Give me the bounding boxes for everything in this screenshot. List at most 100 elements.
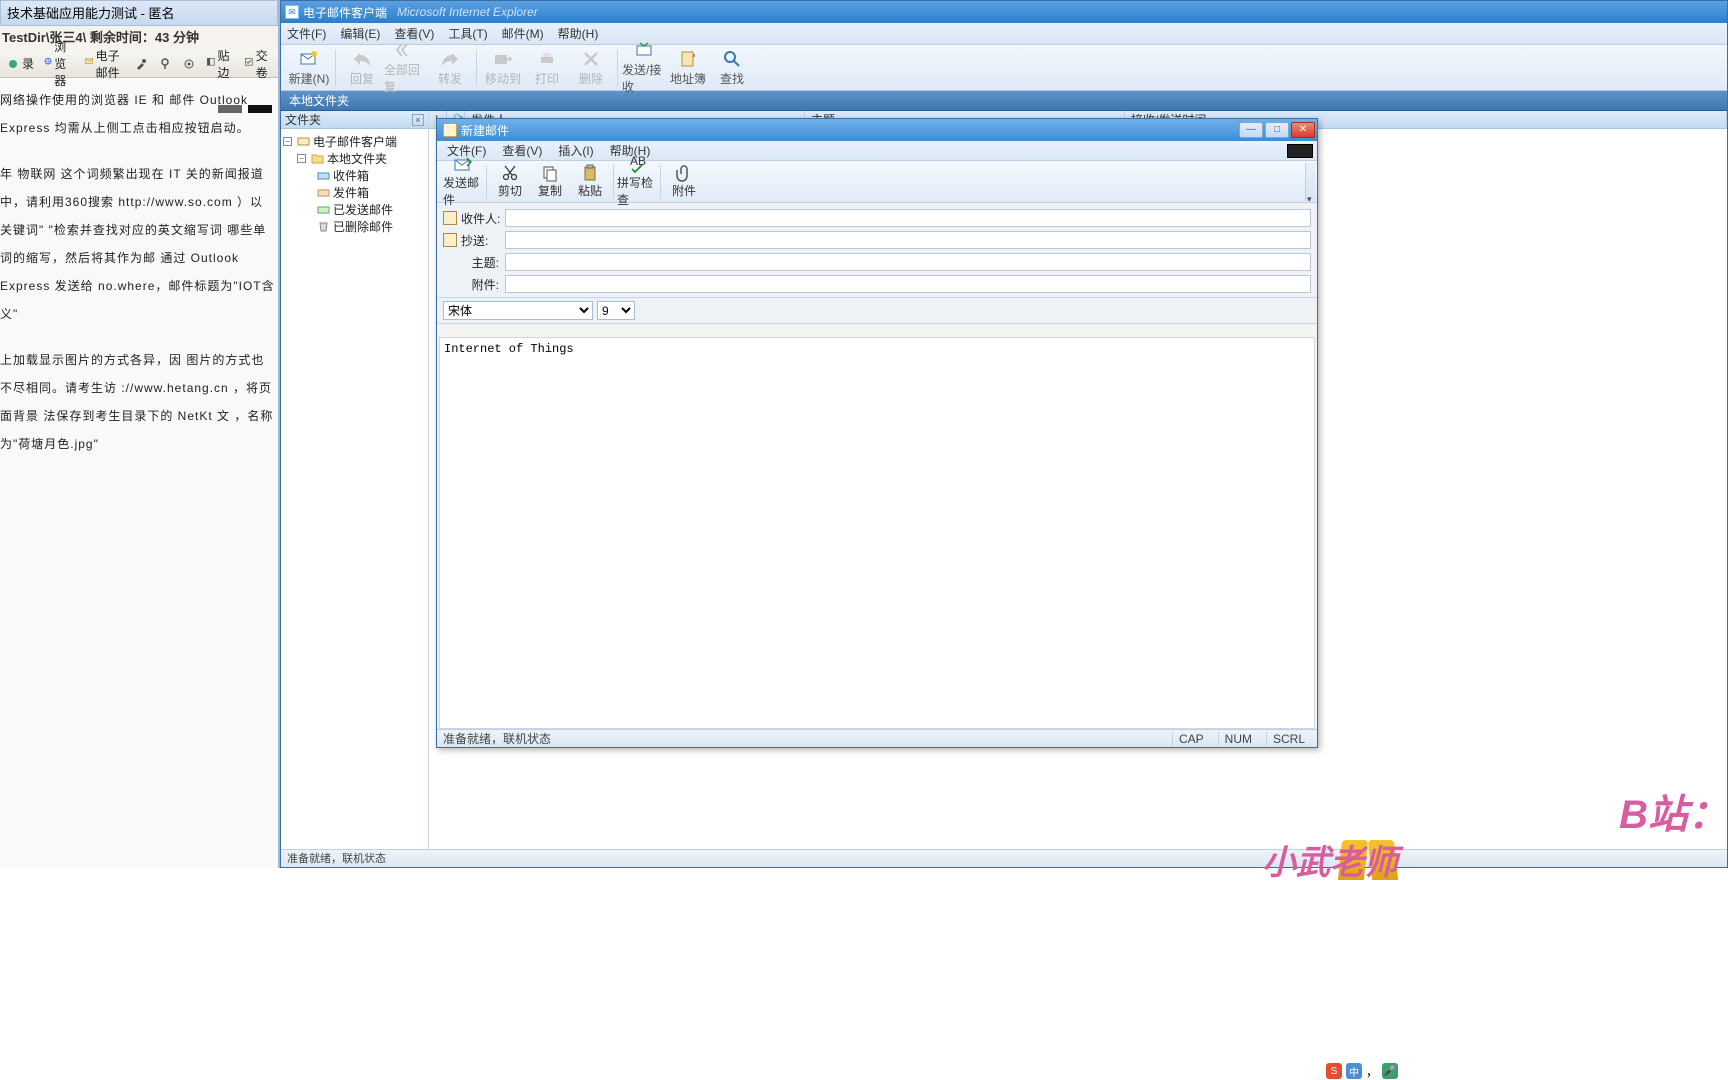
toolbar-separator [335, 50, 336, 86]
mail-menubar: 文件(F) 编辑(E) 查看(V) 工具(T) 邮件(M) 帮助(H) [281, 23, 1727, 45]
watermark-name: 小武老师 [1262, 835, 1398, 884]
forward-button[interactable]: 转发 [428, 47, 472, 89]
close-folder-pane-button[interactable]: × [412, 114, 424, 126]
submit-icon [244, 57, 254, 71]
exam-paragraph: 网络操作使用的浏览器 IE 和 邮件 Outlook Express 均需从上侧… [0, 86, 276, 142]
menu-help[interactable]: 帮助(H) [558, 25, 599, 42]
find-button[interactable]: 查找 [710, 47, 754, 89]
collapse-icon[interactable]: − [283, 137, 292, 146]
send-receive-button[interactable]: 发送/接收 [622, 47, 666, 89]
ime-bar: S 中 ， 🎤 [1326, 1062, 1398, 1080]
new-mail-button[interactable]: 新建(N) [287, 47, 331, 89]
reply-button[interactable]: 回复 [340, 47, 384, 89]
exam-title: 技术基础应用能力测试 - 匿名 [0, 0, 278, 26]
outbox-icon [317, 186, 330, 199]
tree-inbox[interactable]: 收件箱 [283, 167, 426, 184]
move-to-button[interactable]: 移动到 [481, 47, 525, 89]
mail-button[interactable]: 电子邮件 [81, 45, 128, 83]
spellcheck-button[interactable]: ABC拼写检查 [617, 163, 657, 201]
tree-deleted[interactable]: 已删除邮件 [283, 218, 426, 235]
font-size-select[interactable]: 9 [597, 301, 635, 320]
find-icon [722, 49, 742, 69]
trash-icon [317, 220, 330, 233]
compose-menu-insert[interactable]: 插入(I) [558, 142, 593, 159]
back-button[interactable] [154, 55, 176, 73]
target-icon [182, 57, 196, 71]
ime-lang-badge[interactable]: 中 [1346, 1063, 1362, 1079]
menu-file[interactable]: 文件(F) [287, 25, 326, 42]
client-icon [297, 135, 310, 148]
toolbar-separator [486, 165, 487, 199]
tree-local-folders[interactable]: −本地文件夹 [283, 150, 426, 167]
compose-header-fields: 收件人: 抄送: 主题: 附件: [437, 203, 1317, 298]
spellcheck-icon: ABC [628, 156, 646, 174]
mail-toolbar: 新建(N) 回复 全部回复 转发 移动到 打印 删除 发送/接收 地址簿 查找 [281, 45, 1727, 91]
subject-label: 主题: [461, 254, 501, 271]
toolbar-overflow-button[interactable] [1305, 163, 1315, 201]
ime-sogou-icon[interactable]: S [1326, 1063, 1342, 1079]
sent-icon [317, 203, 330, 216]
to-input[interactable] [505, 209, 1311, 227]
delete-icon [581, 49, 601, 69]
move-icon [493, 49, 513, 69]
tree-outbox[interactable]: 发件箱 [283, 184, 426, 201]
paste-button[interactable]: 粘贴 [570, 163, 610, 201]
drag-handle[interactable] [218, 105, 272, 113]
mail-title-text: 电子邮件客户端 [303, 4, 387, 21]
pin-icon [158, 57, 172, 71]
close-button[interactable]: ✕ [1291, 122, 1315, 138]
cc-row: 抄送: [443, 229, 1311, 251]
compose-window: 新建邮件 — □ ✕ 文件(F) 查看(V) 插入(I) 帮助(H) 发送邮件 … [436, 118, 1318, 748]
forward-button[interactable] [178, 55, 200, 73]
send-receive-icon [634, 40, 654, 60]
dock-icon [206, 57, 216, 71]
copy-button[interactable]: 复制 [530, 163, 570, 201]
address-book-icon[interactable] [443, 233, 457, 247]
toolbar-separator [617, 50, 618, 86]
reply-all-button[interactable]: 全部回复 [384, 47, 428, 89]
compose-menu-view[interactable]: 查看(V) [502, 142, 542, 159]
tree-root[interactable]: −电子邮件客户端 [283, 133, 426, 150]
ime-punct[interactable]: ， [1366, 1063, 1378, 1080]
submit-button[interactable]: 交卷 [240, 45, 276, 83]
refresh-button[interactable] [130, 55, 152, 73]
print-icon [537, 49, 557, 69]
address-book-button[interactable]: 地址簿 [666, 47, 710, 89]
compose-titlebar[interactable]: 新建邮件 — □ ✕ [437, 119, 1317, 141]
send-mail-button[interactable]: 发送邮件 [443, 163, 483, 201]
attach-row: 附件: [443, 273, 1311, 295]
attach-input[interactable] [505, 275, 1311, 293]
browser-button[interactable]: 浏览器 [40, 36, 79, 91]
globe-icon [44, 57, 52, 71]
collapse-icon[interactable]: − [297, 154, 306, 163]
tree-sent[interactable]: 已发送邮件 [283, 201, 426, 218]
paste-side-button[interactable]: 贴边 [202, 45, 238, 83]
attach-button[interactable]: 附件 [664, 163, 704, 201]
exam-panel: 技术基础应用能力测试 - 匿名 TestDir\张三4\ 剩余时间：43 分钟 … [0, 0, 280, 868]
cc-input[interactable] [505, 231, 1311, 249]
minimize-button[interactable]: — [1239, 122, 1263, 138]
menu-tool[interactable]: 工具(T) [448, 25, 487, 42]
ime-mic-icon[interactable]: 🎤 [1382, 1063, 1398, 1079]
reply-icon [352, 49, 372, 69]
inbox-icon [317, 169, 330, 182]
menu-edit[interactable]: 编辑(E) [340, 25, 380, 42]
compose-toolbar: 发送邮件 剪切 复制 粘贴 ABC拼写检查 附件 [437, 161, 1317, 203]
maximize-button[interactable]: □ [1265, 122, 1289, 138]
exam-toolbar: 录 浏览器 电子邮件 贴边 交卷 [0, 50, 278, 78]
subject-input[interactable] [505, 253, 1311, 271]
mail-statusbar: 准备就绪，联机状态 [281, 849, 1727, 867]
cc-label: 抄送: [461, 232, 501, 249]
record-button[interactable]: 录 [2, 53, 38, 74]
mail-titlebar[interactable]: ✉ 电子邮件客户端 Microsoft Internet Explorer [281, 1, 1727, 23]
exam-question-body: 网络操作使用的浏览器 IE 和 邮件 Outlook Express 均需从上侧… [0, 78, 278, 484]
cut-button[interactable]: 剪切 [490, 163, 530, 201]
font-family-select[interactable]: 宋体 [443, 301, 593, 320]
menu-mail[interactable]: 邮件(M) [502, 25, 544, 42]
scroll-indicator: SCRL [1266, 732, 1311, 746]
subject-row: 主题: [443, 251, 1311, 273]
message-body-editor[interactable]: Internet of Things [439, 337, 1315, 729]
print-button[interactable]: 打印 [525, 47, 569, 89]
address-book-icon[interactable] [443, 211, 457, 225]
delete-button[interactable]: 删除 [569, 47, 613, 89]
